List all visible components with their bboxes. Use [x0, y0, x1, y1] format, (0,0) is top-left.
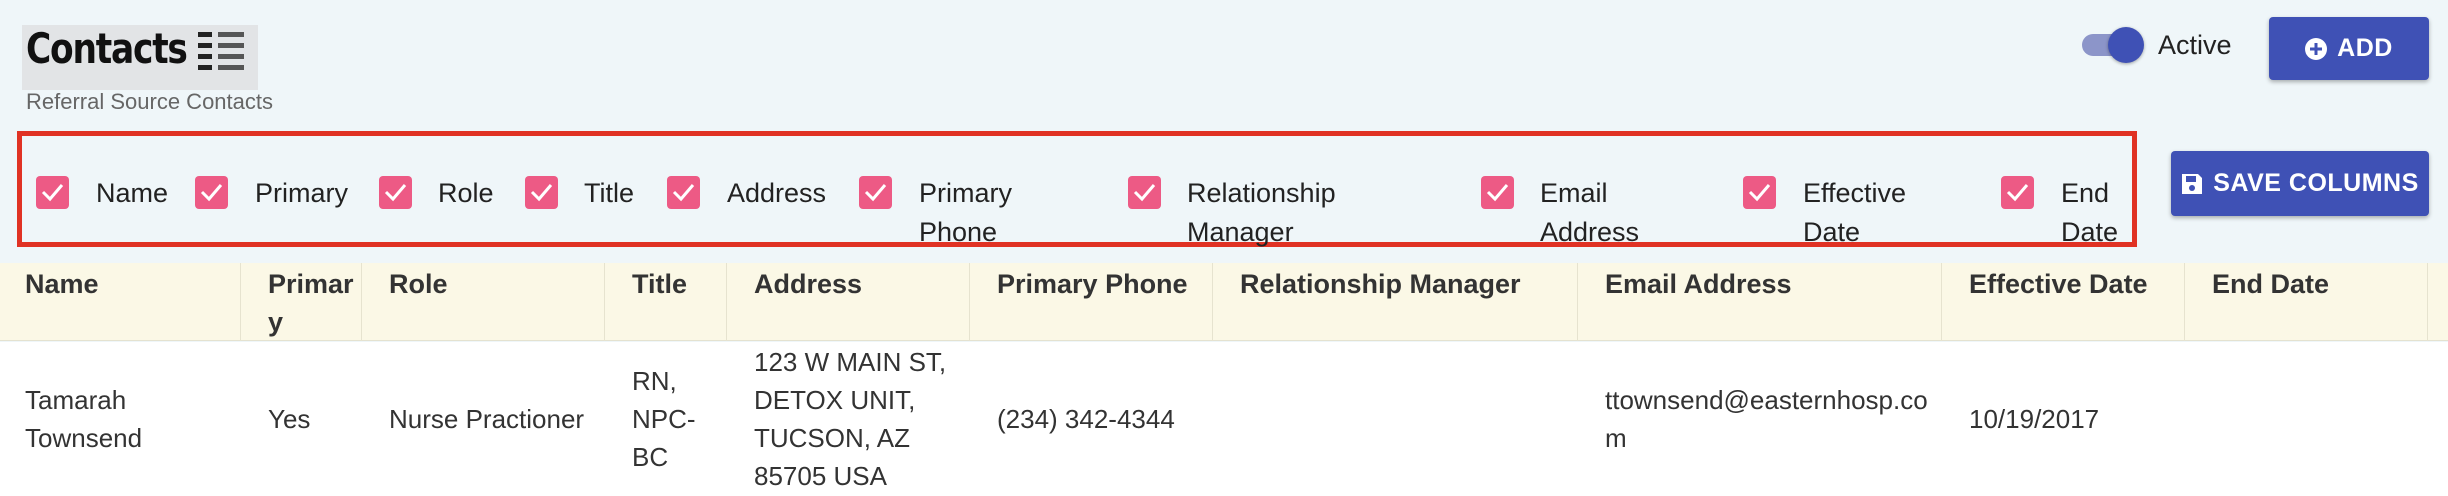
column-header-end-date[interactable]: End Date — [2212, 265, 2329, 303]
column-header-relationship-manager[interactable]: Relationship Manager — [1240, 265, 1521, 303]
floppy-disk-icon — [2181, 173, 2203, 195]
active-toggle[interactable] — [2078, 25, 2144, 63]
checkbox-title[interactable] — [525, 176, 558, 209]
column-header-primary[interactable]: Primary — [268, 265, 358, 341]
column-divider[interactable] — [1941, 263, 1942, 341]
checkbox-label-end-date: End Date — [2061, 178, 2119, 247]
checkbox-label-relationship-manager: Relationship Manager — [1187, 178, 1336, 247]
save-columns-button[interactable]: SAVE COLUMNS — [2171, 151, 2429, 216]
checkbox-address[interactable] — [667, 176, 700, 209]
column-divider[interactable] — [726, 263, 727, 341]
cell-title: RN, NPC-BC — [632, 366, 696, 472]
list-view-icon[interactable] — [198, 30, 244, 70]
checkbox-label-primary: Primary — [255, 178, 348, 208]
save-columns-label: SAVE COLUMNS — [2213, 169, 2419, 197]
cell-primary-phone: (234) 342-4344 — [997, 404, 1175, 434]
checkbox-primary-phone[interactable] — [859, 176, 892, 209]
checkbox-label-address: Address — [727, 178, 827, 208]
column-header-name[interactable]: Name — [25, 265, 99, 303]
column-divider[interactable] — [1577, 263, 1578, 341]
column-header-effective-date[interactable]: Effective Date — [1969, 265, 2148, 303]
checkbox-label-role: Role — [438, 178, 494, 208]
toggle-knob — [2108, 27, 2144, 63]
column-header-email-address[interactable]: Email Address — [1605, 265, 1792, 303]
add-button-label: ADD — [2337, 34, 2393, 62]
page-title: Contacts — [26, 24, 188, 73]
column-header-address[interactable]: Address — [754, 265, 862, 303]
checkbox-role[interactable] — [379, 176, 412, 209]
checkbox-label-name: Name — [96, 178, 169, 208]
cell-name: Tamarah Townsend — [25, 385, 143, 453]
checkbox-primary[interactable] — [195, 176, 228, 209]
column-header-primary-phone[interactable]: Primary Phone — [997, 265, 1188, 303]
plus-circle-icon — [2305, 37, 2328, 60]
checkbox-label-title: Title — [584, 178, 635, 208]
cell-address: 123 W MAIN ST, DETOX UNIT, TUCSON, AZ 85… — [754, 347, 947, 491]
cell-primary: Yes — [268, 404, 311, 434]
column-divider[interactable] — [240, 263, 241, 341]
active-toggle-label: Active — [2158, 30, 2232, 60]
checkbox-email-address[interactable] — [1481, 176, 1514, 209]
column-header-role[interactable]: Role — [389, 265, 448, 303]
cell-email-address: ttownsend@easternhosp.com — [1605, 385, 1928, 453]
cell-role: Nurse Practioner — [389, 404, 585, 434]
column-divider[interactable] — [361, 263, 362, 341]
checkbox-name[interactable] — [36, 176, 69, 209]
column-divider[interactable] — [604, 263, 605, 341]
column-selector: Name Primary Role Title Address Primary … — [17, 131, 2137, 247]
column-header-title[interactable]: Title — [632, 265, 687, 303]
column-divider[interactable] — [2427, 263, 2428, 341]
checkbox-label-primary-phone: Primary Phone — [919, 178, 1012, 247]
checkbox-label-email-address: Email Address — [1540, 178, 1640, 247]
checkbox-end-date[interactable] — [2001, 176, 2034, 209]
column-divider[interactable] — [969, 263, 970, 341]
column-divider[interactable] — [1212, 263, 1213, 341]
add-button[interactable]: ADD — [2269, 17, 2429, 80]
checkbox-relationship-manager[interactable] — [1128, 176, 1161, 209]
column-divider[interactable] — [2184, 263, 2185, 341]
cell-effective-date: 10/19/2017 — [1969, 404, 2100, 434]
page-subtitle: Referral Source Contacts — [26, 89, 273, 114]
checkbox-label-effective-date: Effective Date — [1803, 178, 1907, 247]
checkbox-effective-date[interactable] — [1743, 176, 1776, 209]
